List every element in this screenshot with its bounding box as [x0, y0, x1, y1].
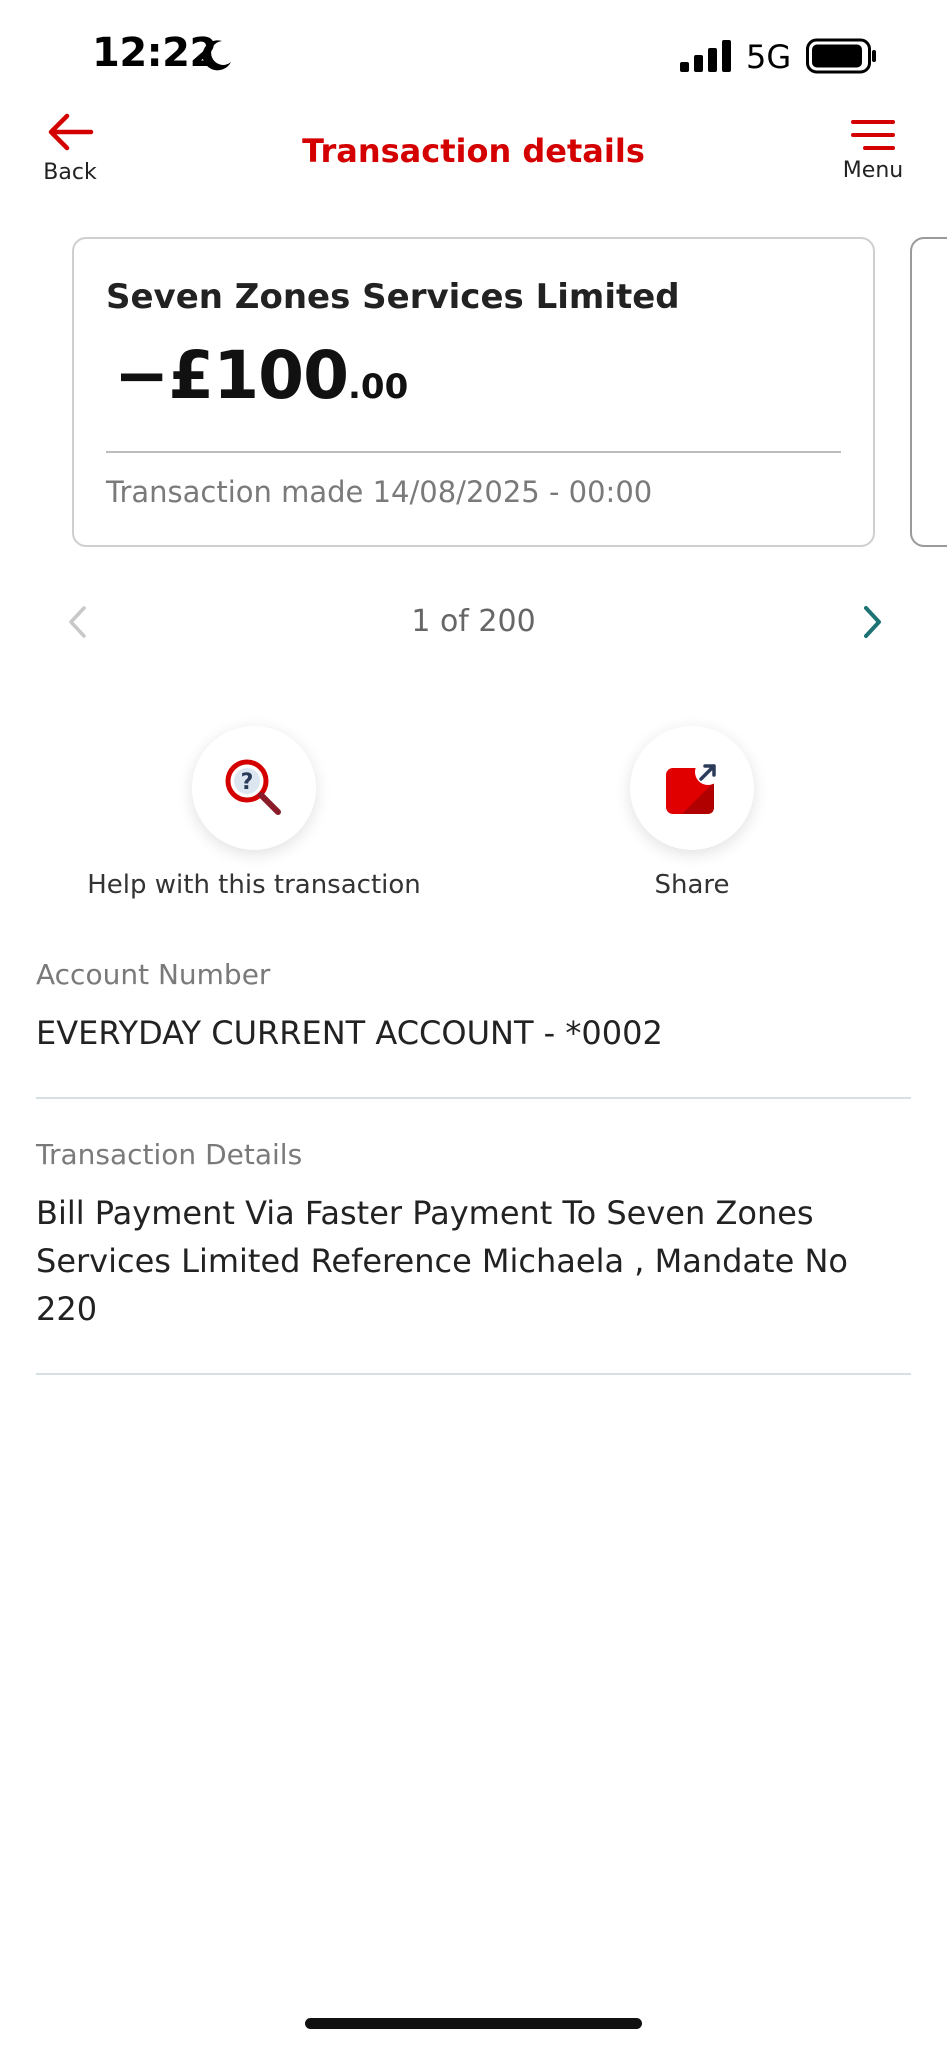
- transaction-details-section: Transaction Details Bill Payment Via Fas…: [36, 1138, 911, 1333]
- section-divider: [36, 1373, 911, 1375]
- account-number-section: Account Number EVERYDAY CURRENT ACCOUNT …: [36, 958, 911, 1057]
- transaction-amount: −£100.00: [114, 337, 408, 414]
- help-with-transaction-button[interactable]: ? Help with this transaction: [54, 726, 454, 900]
- transaction-details-value: Bill Payment Via Faster Payment To Seven…: [36, 1194, 848, 1328]
- card-divider: [106, 451, 841, 453]
- page-title: Transaction details: [302, 132, 645, 170]
- account-number-value: EVERYDAY CURRENT ACCOUNT - *0002: [36, 1014, 663, 1052]
- share-button-circle[interactable]: [630, 726, 754, 850]
- amount-pence: .00: [348, 367, 409, 407]
- section-divider: [36, 1097, 911, 1099]
- help-button-circle[interactable]: ?: [192, 726, 316, 850]
- svg-text:?: ?: [241, 770, 254, 795]
- transaction-card[interactable]: Seven Zones Services Limited −£100.00 Tr…: [72, 237, 875, 547]
- moon-icon: [202, 40, 231, 71]
- help-search-icon: ?: [225, 759, 281, 815]
- home-indicator[interactable]: [305, 2018, 642, 2029]
- share-label: Share: [654, 870, 730, 900]
- pager-text: 1 of 200: [411, 604, 536, 639]
- help-label: Help with this transaction: [87, 870, 421, 900]
- chevron-right-icon[interactable]: [858, 602, 888, 642]
- hamburger-menu-icon: [851, 120, 895, 150]
- amount-main: −£100: [114, 337, 349, 414]
- network-label: 5G: [746, 38, 792, 76]
- next-transaction-card-peek[interactable]: [910, 237, 947, 547]
- share-icon: [666, 759, 721, 814]
- transaction-date: Transaction made 14/08/2025 - 00:00: [106, 475, 653, 509]
- menu-button[interactable]: Menu: [832, 118, 914, 183]
- share-button[interactable]: Share: [592, 726, 792, 900]
- status-time: 12:22: [92, 30, 217, 76]
- merchant-name: Seven Zones Services Limited: [106, 277, 680, 317]
- signal-icon: [680, 40, 731, 72]
- menu-label: Menu: [842, 158, 904, 183]
- transaction-details-screen: 12:22 5G Back Transaction details Menu S…: [0, 0, 947, 2048]
- transaction-details-label: Transaction Details: [36, 1138, 303, 1171]
- account-number-label: Account Number: [36, 958, 271, 991]
- battery-icon: [806, 38, 876, 74]
